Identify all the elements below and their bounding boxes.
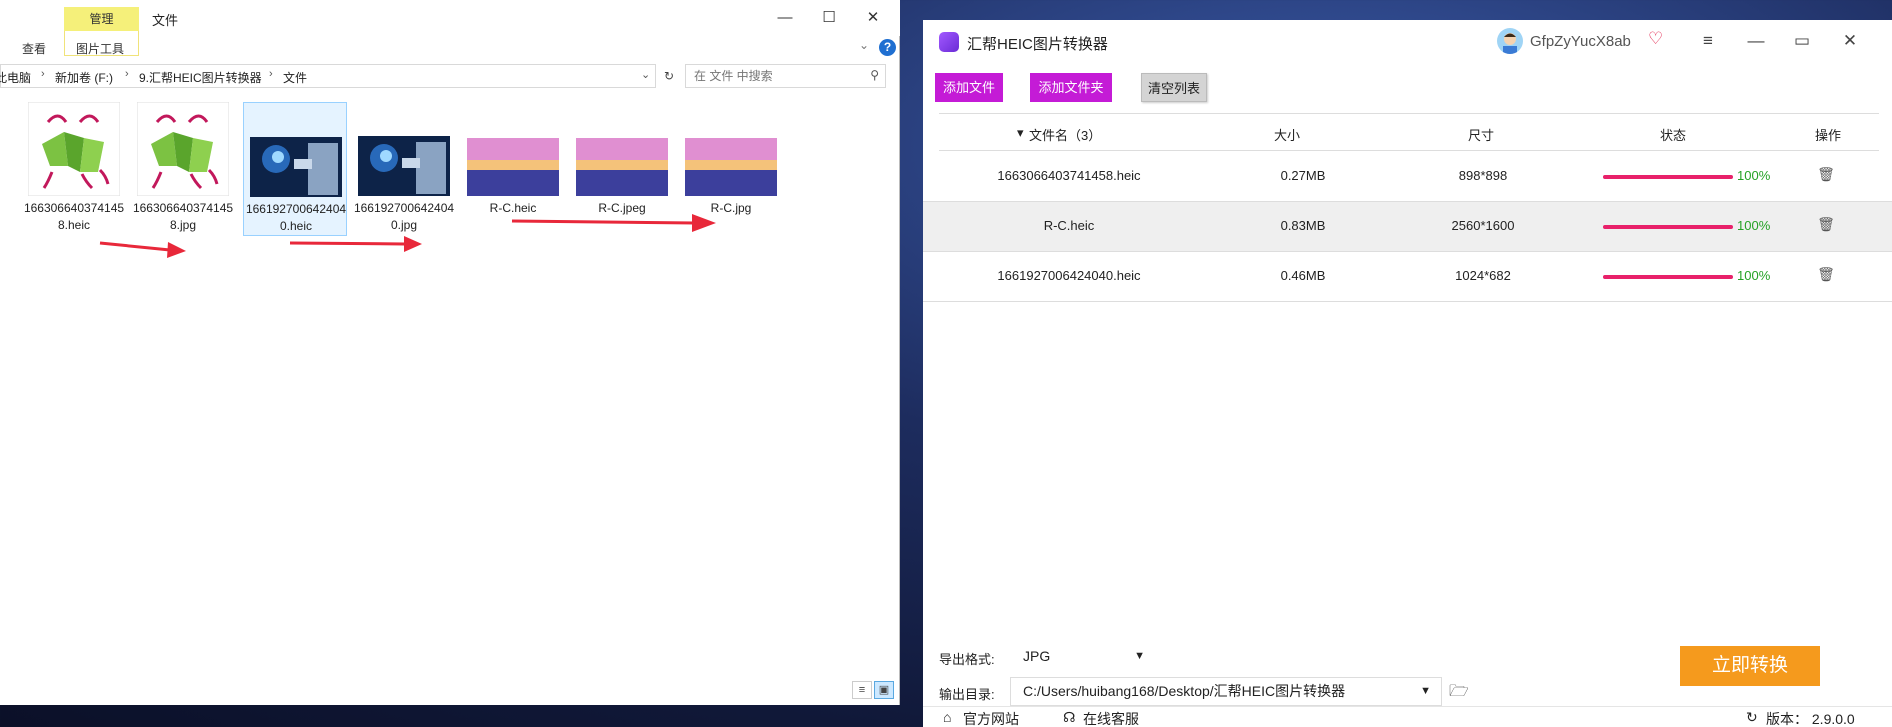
add-folder-button[interactable]: 添加文件夹 [1030,73,1112,102]
annotation-arrow [99,241,186,258]
annotation-arrows [99,214,716,258]
output-dir-label: 输出目录: [939,687,995,702]
column-header-dimension: 尺寸 [1468,128,1495,143]
menu-icon[interactable]: ≡ [1693,28,1723,54]
close-button[interactable]: ✕ [1835,28,1865,54]
app-logo-icon [939,32,959,52]
folder-open-icon[interactable]: 🗁 [1449,680,1469,700]
progress-bar [1603,175,1733,179]
vip-heart-icon[interactable]: ♡ [1648,29,1663,49]
support-link[interactable]: 在线客服 [1083,709,1139,727]
app-title: 汇帮HEIC图片转换器 [967,36,1108,53]
progress-percent: 100% [1737,168,1771,183]
table-header: ▾ 文件名（3） 大小 尺寸 状态 操作 [939,113,1879,151]
large-icons-view-icon[interactable]: ▣ [874,681,894,699]
delete-icon[interactable]: 🗑 [1817,216,1835,234]
delete-icon[interactable]: 🗑 [1817,266,1835,284]
file-explorer-window: 管理 文件 — ☐ ✕ 查看 图片工具 ⌄ ? 此电脑 › 新加卷 (F:) ›… [0,0,900,705]
progress-fill [1603,225,1733,229]
progress-percent: 100% [1737,268,1771,283]
column-header-size: 大小 [1274,128,1301,143]
headset-icon[interactable]: ☊ [1063,709,1075,726]
row-file-name: 1663066403741458.heic [997,168,1141,183]
column-header-action: 操作 [1815,128,1842,143]
annotation-arrow [289,236,422,252]
annotation-arrow [511,214,716,232]
clear-list-button[interactable]: 清空列表 [1141,73,1207,102]
minimize-button[interactable]: — [1741,28,1771,54]
output-dir-select[interactable]: C:/Users/huibang168/Desktop/汇帮HEIC图片转换器 … [1010,677,1442,706]
row-size: 0.46MB [1280,268,1326,283]
website-link[interactable]: 官方网站 [963,709,1019,727]
row-dimension: 2560*1600 [1451,218,1515,233]
format-select[interactable]: JPG ▼ [1010,642,1156,671]
converter-titlebar: 汇帮HEIC图片转换器 GfpZyYucX8ab ♡ ≡ — ▭ ✕ [923,20,1892,64]
footer: ⌂ 官方网站 ☊ 在线客服 ↻ 版本： 2.9.0.0 [923,706,1892,727]
row-size: 0.83MB [1280,218,1326,233]
row-dimension: 898*898 [1458,168,1508,183]
row-dimension: 1024*682 [1455,268,1511,283]
export-settings: 导出格式: JPG ▼ 输出目录: C:/Users/huibang168/De… [923,616,1892,706]
progress-bar [1603,275,1733,279]
progress-fill [1603,175,1733,179]
version-text: 版本： 2.9.0.0 [1766,711,1855,727]
dropdown-arrow-icon[interactable]: ▼ [1134,643,1145,670]
column-header-status: 状态 [1660,128,1687,143]
format-label: 导出格式: [939,652,995,667]
avatar[interactable] [1497,28,1523,54]
progress-fill [1603,275,1733,279]
output-dir-value: C:/Users/huibang168/Desktop/汇帮HEIC图片转换器 [1023,683,1346,699]
add-file-button[interactable]: 添加文件 [935,73,1003,102]
dropdown-arrow-icon[interactable]: ▼ [1420,678,1431,705]
table-row[interactable]: 1661927006424040.heic 0.46MB 1024*682 10… [923,252,1892,302]
format-value: JPG [1023,648,1051,664]
sort-desc-icon[interactable]: ▾ [1017,125,1024,141]
maximize-button[interactable]: ▭ [1787,28,1817,54]
row-file-name: R-C.heic [1043,218,1095,233]
progress-bar [1603,225,1733,229]
refresh-icon[interactable]: ↻ [1746,709,1758,726]
home-icon[interactable]: ⌂ [943,709,951,725]
table-row[interactable]: 1663066403741458.heic 0.27MB 898*898 100… [923,152,1892,202]
details-view-icon[interactable]: ≡ [852,681,872,699]
username[interactable]: GfpZyYucX8ab [1530,33,1631,50]
table-row[interactable]: R-C.heic 0.83MB 2560*1600 100% 🗑 [923,202,1892,252]
progress-percent: 100% [1737,218,1771,233]
row-size: 0.27MB [1280,168,1326,183]
status-bar: ≡ ▣ [0,676,900,704]
column-header-name[interactable]: 文件名（3） [1029,125,1101,144]
delete-icon[interactable]: 🗑 [1817,166,1835,184]
convert-button[interactable]: 立即转换 [1680,646,1820,686]
heic-converter-window: 汇帮HEIC图片转换器 GfpZyYucX8ab ♡ ≡ — ▭ ✕ 添加文件 … [923,20,1892,727]
row-file-name: 1661927006424040.heic [997,268,1141,283]
